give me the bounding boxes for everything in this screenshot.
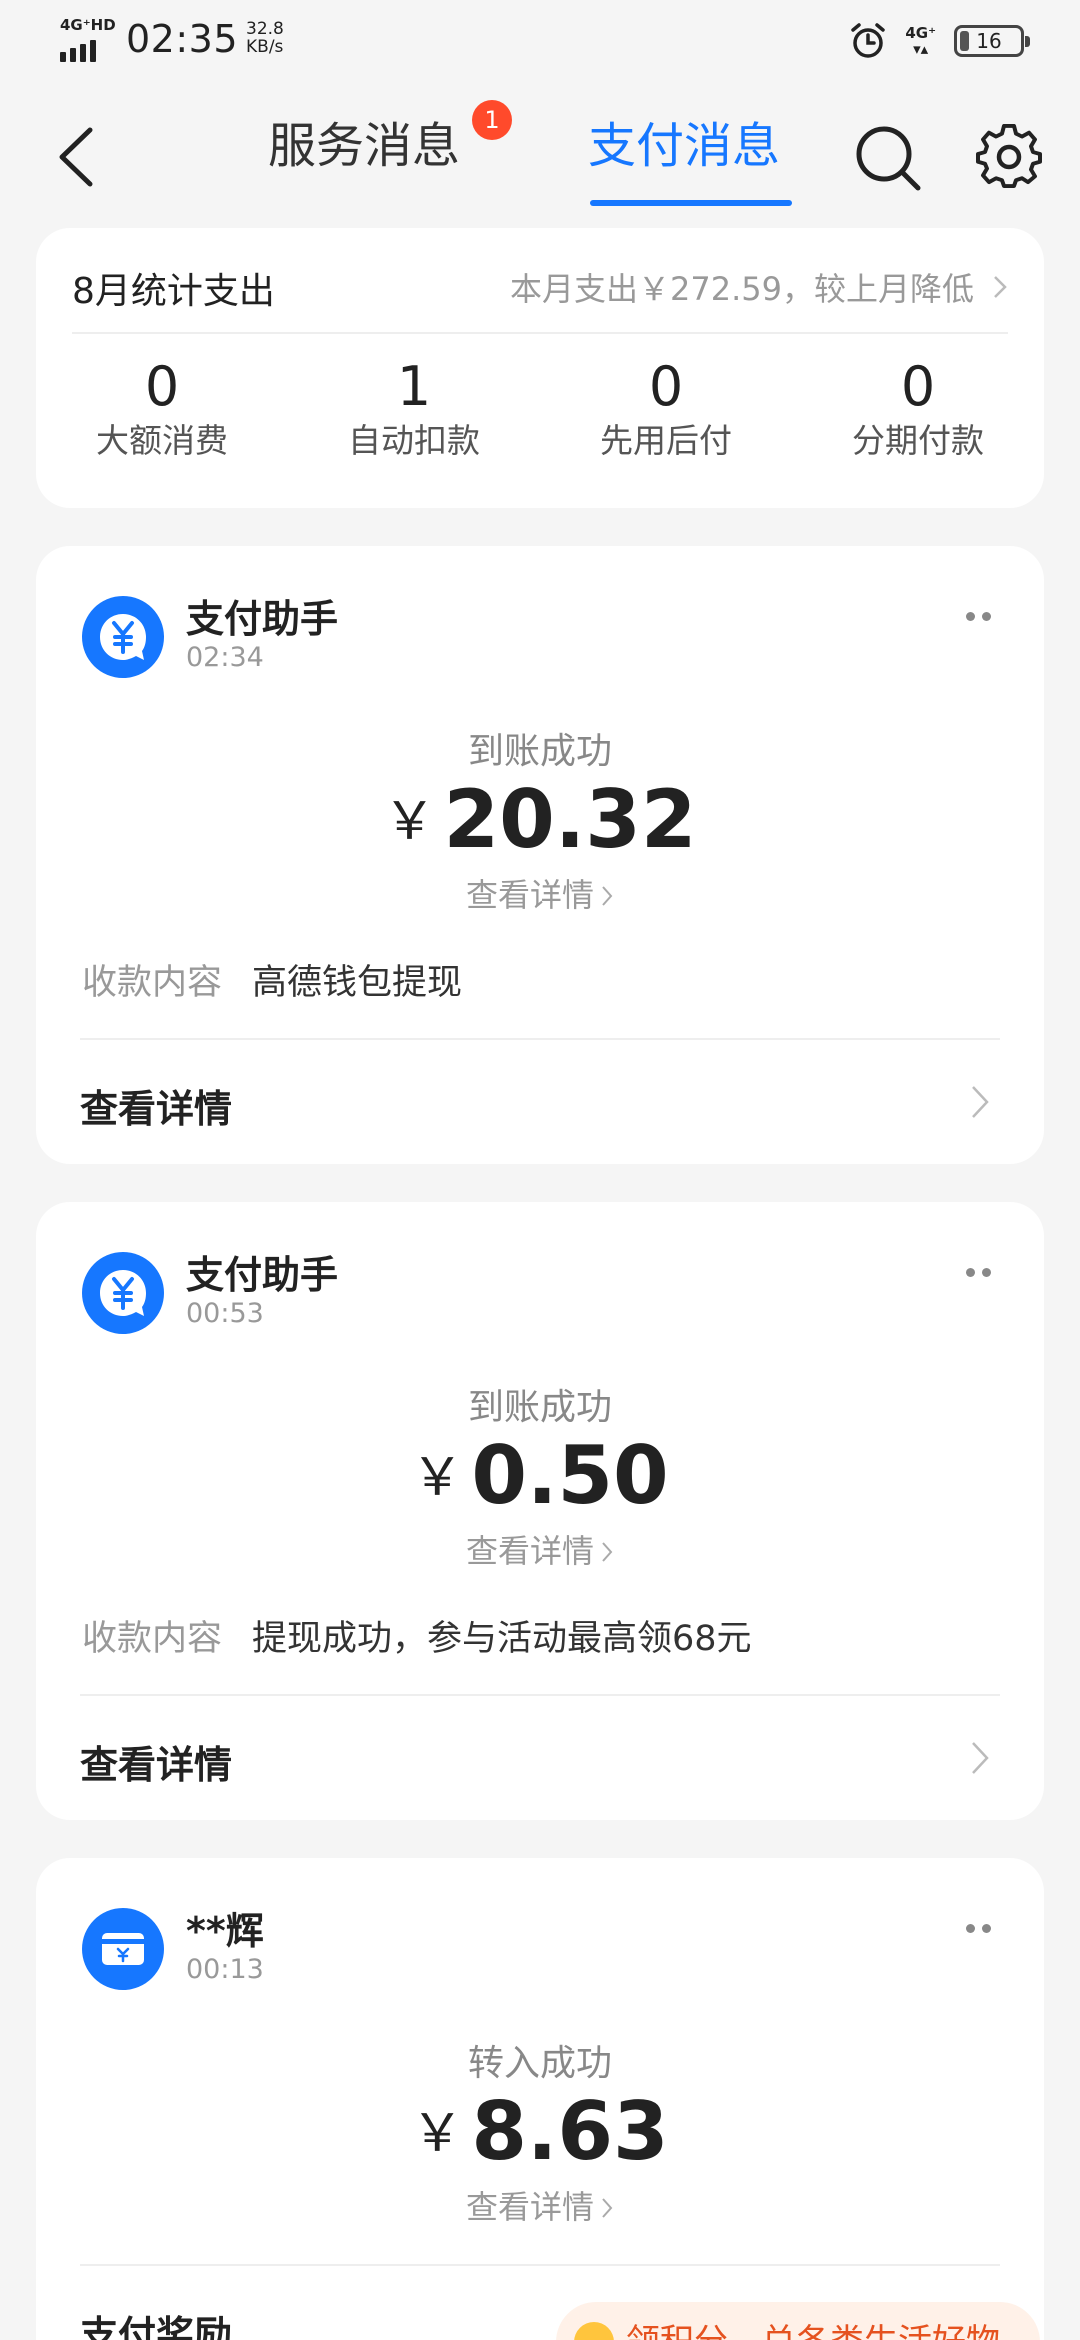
chevron-right-icon (972, 1086, 989, 1118)
yuan-bubble-icon (82, 596, 164, 678)
stat-label: 分期付款 (852, 421, 984, 460)
battery-icon: 16 (954, 25, 1030, 57)
transaction-status: 转入成功 (467, 2043, 612, 2084)
tab-payment-messages[interactable]: 支付消息 (588, 116, 780, 176)
chevron-right-icon (602, 2198, 613, 2218)
message-time: 02:34 (186, 642, 264, 673)
chevron-right-icon (602, 1542, 613, 1562)
yuan-bubble-icon (82, 1252, 164, 1334)
stat-label: 大额消费 (96, 421, 228, 460)
stat-label: 自动扣款 (348, 421, 480, 460)
reward-text: 领积分，兑各类生活好物 (626, 2322, 1000, 2340)
stat-auto-debit[interactable]: 1 自动扣款 (288, 356, 540, 464)
monthly-spending-header[interactable]: 8月统计支出 本月支出￥272.59，较上月降低 (72, 228, 1008, 334)
content-label: 收款内容 (82, 1619, 223, 1659)
alarm-icon (851, 23, 886, 58)
battery-level: 16 (976, 29, 1002, 53)
payment-content-row: 收款内容 提现成功，参与活动最高领68元 (82, 1610, 752, 1661)
currency-symbol: ￥ (411, 1448, 464, 1508)
search-icon[interactable] (852, 122, 924, 194)
currency-symbol: ￥ (383, 792, 436, 852)
spending-stats: 0 大额消费 1 自动扣款 0 先用后付 0 分期付款 (36, 356, 1044, 464)
transfer-message-card[interactable]: **辉 00:13 转入成功 ￥8.63 查看详情 支付奖励 领积分，兑各类生活… (36, 1858, 1044, 2340)
content-text: 高德钱包提现 (252, 963, 463, 1003)
more-options-icon[interactable] (966, 1268, 996, 1280)
network-speed: 32.8 KB/s (246, 19, 284, 57)
status-bar: 4G⁺HD 02:35 32.8 KB/s 4G⁺ ▾▴ 16 (0, 0, 1080, 80)
more-options-icon[interactable] (966, 1924, 996, 1936)
stat-pay-later[interactable]: 0 先用后付 (540, 356, 792, 464)
coin-icon (574, 2322, 614, 2340)
view-details-link[interactable]: 查看详情 (36, 1526, 1044, 1572)
payment-reward-row[interactable]: 支付奖励 领积分，兑各类生活好物 (80, 2264, 1040, 2340)
message-sender: 支付助手 (186, 1253, 339, 1297)
message-sender: **辉 (186, 1909, 264, 1953)
spending-summary: 本月支出￥272.59，较上月降低 (510, 270, 974, 308)
stat-value: 0 (648, 355, 684, 418)
stat-value: 0 (144, 355, 180, 418)
card-transfer-icon (82, 1908, 164, 1990)
stat-value: 1 (396, 355, 432, 418)
amount-value: 20.32 (443, 773, 697, 866)
stat-value: 0 (900, 355, 936, 418)
stat-large-spending[interactable]: 0 大额消费 (36, 356, 288, 464)
message-sender: 支付助手 (186, 597, 339, 641)
gear-icon[interactable] (976, 124, 1042, 190)
message-time: 00:13 (186, 1954, 264, 1985)
chevron-right-icon (602, 886, 613, 906)
chevron-right-icon (972, 1742, 989, 1774)
content-text: 提现成功，参与活动最高领68元 (252, 1619, 752, 1659)
monthly-spending-card: 8月统计支出 本月支出￥272.59，较上月降低 0 大额消费 1 自动扣款 0… (36, 228, 1044, 508)
transaction-status: 到账成功 (467, 1387, 612, 1428)
top-nav: 服务消息 1 支付消息 (0, 100, 1080, 220)
amount-value: 0.50 (471, 1429, 669, 1522)
reward-points-button[interactable]: 领积分，兑各类生活好物 (556, 2302, 1040, 2340)
message-time: 00:53 (186, 1298, 264, 1329)
more-options-icon[interactable] (966, 612, 996, 624)
payment-message-card[interactable]: 支付助手 00:53 到账成功 ￥ 0.50 查看详情 收款内容 提现成功，参与活动… (36, 1202, 1044, 1820)
currency-symbol: ￥ (411, 2104, 464, 2164)
network-type-right: 4G⁺ ▾▴ (905, 24, 936, 58)
clock: 02:35 (126, 17, 239, 61)
view-details-label: 查看详情 (80, 1087, 233, 1131)
view-details-row[interactable]: 查看详情 (80, 1694, 1000, 1820)
stat-installment[interactable]: 0 分期付款 (792, 356, 1044, 464)
cellular-signal-icon: 4G⁺HD (58, 16, 116, 62)
view-details-link[interactable]: 查看详情 (36, 2182, 1044, 2228)
payment-content-row: 收款内容 高德钱包提现 (82, 954, 462, 1005)
payment-message-card[interactable]: 支付助手 02:34 到账成功 ￥ 20.32 查看详情 收款内容 高德钱包提现 查… (36, 546, 1044, 1164)
transaction-status: 到账成功 (467, 731, 612, 772)
view-details-row[interactable]: 查看详情 (80, 1038, 1000, 1164)
unread-badge: 1 (472, 100, 512, 140)
content-label: 收款内容 (82, 963, 223, 1003)
stat-label: 先用后付 (600, 421, 732, 460)
back-arrow-icon[interactable] (52, 126, 102, 188)
amount-value: 8.63 (471, 2085, 669, 2178)
chevron-right-icon (994, 276, 1007, 298)
spending-title: 8月统计支出 (72, 271, 275, 312)
active-tab-indicator (590, 200, 792, 206)
network-type: 4G⁺HD (60, 16, 116, 34)
view-details-label: 查看详情 (80, 1743, 233, 1787)
view-details-link[interactable]: 查看详情 (36, 870, 1044, 916)
payment-reward-label: 支付奖励 (80, 2313, 233, 2340)
tab-service-messages[interactable]: 服务消息 (268, 116, 460, 176)
